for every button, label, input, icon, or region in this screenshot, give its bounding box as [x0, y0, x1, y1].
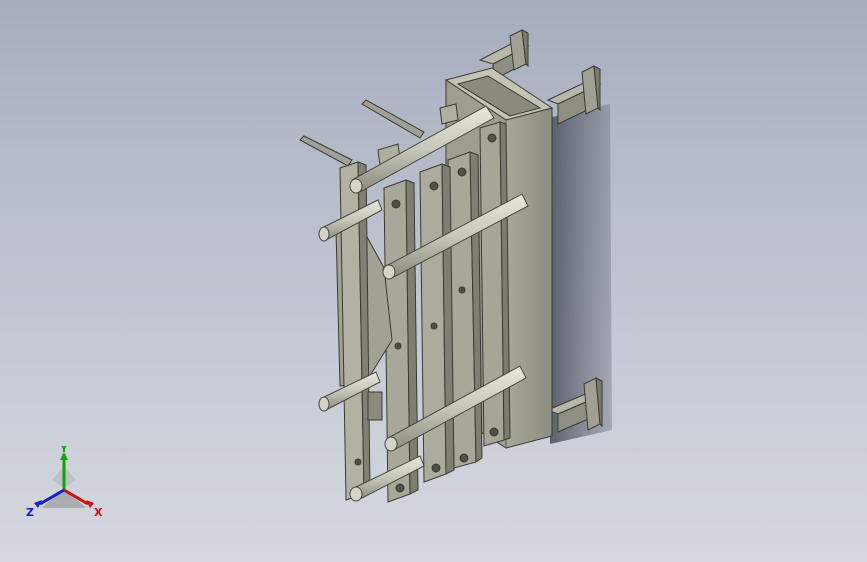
- arm-plate-3: [419, 163, 455, 483]
- triad-x-label: X: [94, 506, 103, 519]
- cad-assembly-model[interactable]: [0, 0, 867, 562]
- triad-z-label: Z: [26, 506, 34, 519]
- gripper-finger-right: [361, 99, 425, 139]
- triad-y-label: Y: [59, 446, 69, 455]
- graphics-viewport[interactable]: Y X Z: [0, 0, 867, 562]
- coordinate-triad-icon: Y X Z: [26, 446, 103, 519]
- gripper-finger-left: [299, 135, 353, 167]
